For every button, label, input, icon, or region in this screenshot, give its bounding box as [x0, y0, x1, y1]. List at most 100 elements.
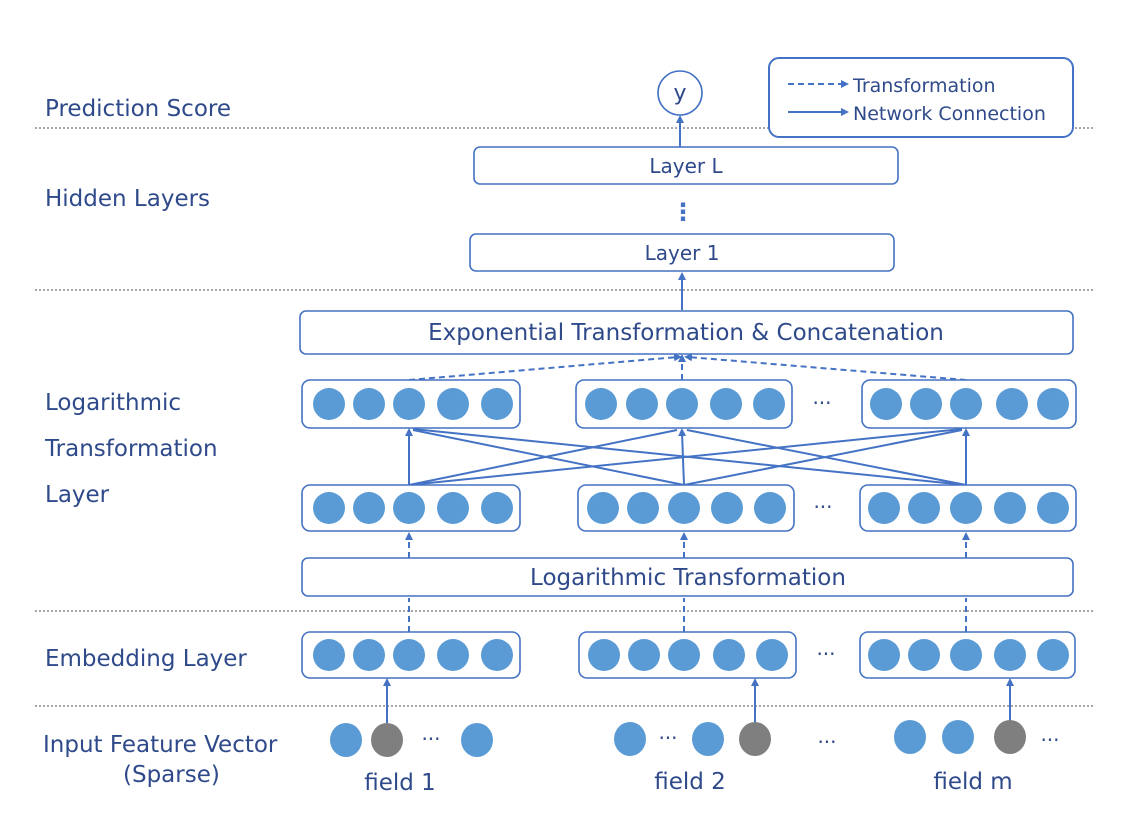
- label-input-2: (Sparse): [123, 762, 220, 788]
- neuron: [437, 388, 469, 420]
- field-1-label: field 1: [364, 770, 436, 796]
- feature-inactive: [894, 720, 926, 754]
- neuron: [481, 639, 513, 671]
- ellipsis-field-m: ···: [1040, 728, 1059, 752]
- exp-label: Exponential Transformation & Concatenati…: [428, 320, 944, 346]
- dashed-embedding-to-log: [408, 598, 967, 632]
- neuron: [994, 639, 1026, 671]
- neuron: [666, 388, 698, 420]
- feature-inactive: [692, 722, 724, 756]
- neuron: [481, 492, 513, 524]
- neuron: [1037, 639, 1069, 671]
- neuron: [313, 492, 345, 524]
- legend-network: Network Connection: [853, 103, 1046, 125]
- layer-1-label: Layer 1: [645, 241, 720, 265]
- neuron: [437, 492, 469, 524]
- neuron: [628, 639, 660, 671]
- neuron: [393, 492, 425, 524]
- neuron: [313, 639, 345, 671]
- neuron: [950, 388, 982, 420]
- neuron: [353, 639, 385, 671]
- neuron: [754, 492, 786, 524]
- hidden-ellipsis: ⋮: [671, 198, 695, 226]
- feature-active: [994, 720, 1026, 754]
- neuron: [588, 639, 620, 671]
- legend: Transformation Network Connection: [768, 57, 1074, 138]
- neuron: [756, 639, 788, 671]
- neuron: [587, 492, 619, 524]
- output-label: y: [673, 81, 686, 106]
- neuron: [908, 492, 940, 524]
- neuron: [868, 492, 900, 524]
- neuron: [481, 388, 513, 420]
- neuron: [910, 388, 942, 420]
- label-input-1: Input Feature Vector: [43, 732, 278, 758]
- output-node: y: [657, 70, 703, 116]
- feature-active: [371, 723, 403, 757]
- log-output-group: [861, 379, 1077, 429]
- label-log-2: Transformation: [44, 436, 218, 462]
- neuron: [710, 388, 742, 420]
- log-input-group: [301, 484, 521, 532]
- embedding-group: [578, 631, 797, 679]
- cross-connections: [405, 428, 970, 486]
- feature-inactive: [461, 723, 493, 757]
- feature-inactive: [942, 720, 974, 754]
- layer-l-label: Layer L: [649, 154, 723, 178]
- neuron: [627, 492, 659, 524]
- field-2-label: field 2: [654, 769, 726, 795]
- log-input-group: [859, 484, 1077, 532]
- dashed-to-exp: [408, 353, 967, 381]
- neuron: [868, 639, 900, 671]
- neuron: [393, 388, 425, 420]
- neuron: [950, 639, 982, 671]
- neuron: [668, 492, 700, 524]
- neuron: [626, 388, 658, 420]
- label-log-1: Logarithmic: [45, 390, 181, 416]
- feature-active: [739, 722, 771, 756]
- ellipsis-field-1: ···: [421, 727, 440, 751]
- neuron: [713, 639, 745, 671]
- neuron: [996, 388, 1028, 420]
- ellipsis-embedding: ···: [816, 642, 835, 666]
- neuron: [1037, 492, 1069, 524]
- dashed-log-to-mid: [405, 532, 970, 558]
- neuron: [668, 639, 700, 671]
- neuron: [353, 388, 385, 420]
- neuron: [1037, 388, 1069, 420]
- section-labels: Prediction Score Hidden Layers Logarithm…: [43, 96, 278, 788]
- field-m-label: field m: [933, 769, 1012, 795]
- input-features: ··· ··· ··· ··· field 1 field 2 field m: [330, 720, 1060, 796]
- ellipsis-mid: ···: [813, 495, 832, 519]
- ellipsis-fields: ···: [817, 730, 836, 754]
- neuron: [353, 492, 385, 524]
- log-input-group: [577, 484, 795, 532]
- label-prediction-score: Prediction Score: [45, 96, 231, 122]
- feature-inactive: [330, 723, 362, 757]
- label-hidden-layers: Hidden Layers: [45, 186, 210, 212]
- log-output-group: [301, 379, 521, 429]
- neuron: [585, 388, 617, 420]
- ellipsis-field-2: ···: [658, 726, 677, 750]
- ellipsis-top: ···: [812, 391, 831, 415]
- log-label: Logarithmic Transformation: [530, 565, 846, 591]
- neuron: [753, 388, 785, 420]
- feature-inactive: [614, 722, 646, 756]
- diagram: Prediction Score Hidden Layers Logarithm…: [35, 57, 1095, 796]
- neuron: [870, 388, 902, 420]
- neuron: [313, 388, 345, 420]
- neuron: [950, 492, 982, 524]
- label-embedding: Embedding Layer: [45, 646, 247, 672]
- neuron: [437, 639, 469, 671]
- embedding-group: [301, 631, 521, 679]
- embedding-group: [859, 631, 1076, 679]
- label-log-3: Layer: [45, 482, 110, 508]
- log-output-group: [575, 379, 793, 429]
- neuron: [711, 492, 743, 524]
- input-arrows: [383, 678, 1014, 723]
- neuron: [908, 639, 940, 671]
- neuron: [393, 639, 425, 671]
- neuron-groups: [301, 379, 1077, 679]
- legend-transformation: Transformation: [852, 75, 996, 97]
- neuron: [994, 492, 1026, 524]
